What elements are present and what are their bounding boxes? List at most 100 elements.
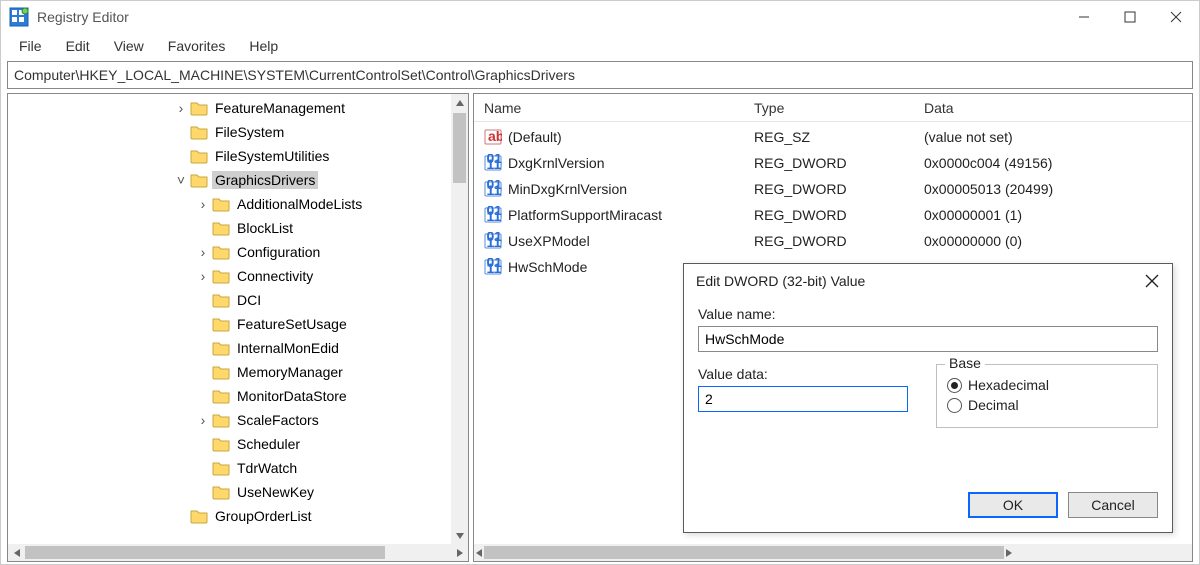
tree-node[interactable]: BlockList [8,216,468,240]
dword-value-icon: 011110 [484,258,502,276]
menu-edit[interactable]: Edit [54,34,102,58]
value-name-input[interactable]: HwSchMode [698,326,1158,352]
tree-node[interactable]: ˅ GraphicsDrivers [8,168,468,192]
tree-node[interactable]: DCI [8,288,468,312]
chevron-right-icon[interactable]: › [196,268,210,284]
tree-node-label: Connectivity [234,267,316,285]
registry-tree[interactable]: ›FeatureManagementFileSystemFileSystemUt… [8,94,468,530]
scroll-thumb[interactable] [25,546,385,559]
scroll-up-icon[interactable] [451,94,468,111]
scroll-thumb[interactable] [484,546,1004,559]
folder-icon [212,436,230,452]
tree-node-label: MemoryManager [234,363,346,381]
value-type: REG_DWORD [744,155,914,171]
column-data[interactable]: Data [914,96,1192,120]
folder-icon [212,340,230,356]
folder-icon [212,268,230,284]
tree-node[interactable]: Scheduler [8,432,468,456]
list-row[interactable]: 011110DxgKrnlVersionREG_DWORD0x0000c004 … [474,150,1192,176]
radio-hex-label: Hexadecimal [968,377,1049,393]
value-name: DxgKrnlVersion [508,155,605,171]
value-type: REG_DWORD [744,181,914,197]
value-data-input[interactable] [698,386,908,412]
tree-node[interactable]: FileSystemUtilities [8,144,468,168]
chevron-right-icon[interactable]: › [196,412,210,428]
tree-panel: ›FeatureManagementFileSystemFileSystemUt… [7,93,469,562]
tree-node[interactable]: FeatureSetUsage [8,312,468,336]
menu-favorites[interactable]: Favorites [156,34,238,58]
tree-node[interactable]: UseNewKey [8,480,468,504]
cancel-button[interactable]: Cancel [1068,492,1158,518]
tree-node[interactable]: TdrWatch [8,456,468,480]
minimize-button[interactable] [1061,1,1107,33]
menu-help[interactable]: Help [237,34,290,58]
chevron-down-icon[interactable]: ˅ [174,172,188,188]
value-name-label: Value name: [698,306,1158,322]
radio-icon [947,398,962,413]
tree-node[interactable]: ›ScaleFactors [8,408,468,432]
scroll-right-icon[interactable] [1004,548,1014,558]
menu-view[interactable]: View [102,34,156,58]
list-row[interactable]: 011110UseXPModelREG_DWORD0x00000000 (0) [474,228,1192,254]
folder-icon [190,124,208,140]
folder-icon [212,244,230,260]
maximize-button[interactable] [1107,1,1153,33]
chevron-right-icon[interactable]: › [174,100,188,116]
scroll-thumb[interactable] [453,113,466,183]
tree-node[interactable]: ›FeatureManagement [8,96,468,120]
tree-node[interactable]: › Connectivity [8,264,468,288]
folder-icon [212,292,230,308]
ok-button[interactable]: OK [968,492,1058,518]
list-horizontal-scrollbar[interactable] [474,544,1192,561]
scroll-left-icon[interactable] [8,548,25,558]
list-row[interactable]: ab(Default)REG_SZ(value not set) [474,124,1192,150]
folder-icon [190,100,208,116]
tree-node-label: DCI [234,291,264,309]
tree-node[interactable]: GroupOrderList [8,504,468,528]
value-data: 0x00000000 (0) [914,233,1192,249]
tree-node[interactable]: ›Configuration [8,240,468,264]
tree-node[interactable]: InternalMonEdid [8,336,468,360]
folder-icon [212,460,230,476]
close-button[interactable] [1153,1,1199,33]
tree-node-label: MonitorDataStore [234,387,350,405]
scroll-left-icon[interactable] [474,548,484,558]
menu-file[interactable]: File [7,34,54,58]
folder-icon [212,364,230,380]
column-name[interactable]: Name [474,96,744,120]
chevron-right-icon[interactable]: › [196,244,210,260]
edit-dword-dialog: Edit DWORD (32-bit) Value Value name: Hw… [683,263,1173,533]
chevron-right-icon[interactable]: › [196,196,210,212]
svg-text:110: 110 [487,182,503,198]
folder-icon [190,172,208,188]
tree-horizontal-scrollbar[interactable] [8,544,468,561]
tree-node-label: BlockList [234,219,296,237]
tree-node[interactable]: ›AdditionalModeLists [8,192,468,216]
radio-icon [947,378,962,393]
list-row[interactable]: 011110MinDxgKrnlVersionREG_DWORD0x000050… [474,176,1192,202]
scroll-down-icon[interactable] [451,527,468,544]
radio-decimal[interactable]: Decimal [947,397,1147,413]
scroll-right-icon[interactable] [451,548,468,558]
address-bar[interactable]: Computer\HKEY_LOCAL_MACHINE\SYSTEM\Curre… [7,61,1193,89]
svg-text:110: 110 [487,234,503,250]
tree-vertical-scrollbar[interactable] [451,94,468,544]
value-type: REG_DWORD [744,233,914,249]
tree-node[interactable]: MonitorDataStore [8,384,468,408]
tree-node[interactable]: MemoryManager [8,360,468,384]
radio-hexadecimal[interactable]: Hexadecimal [947,377,1147,393]
list-row[interactable]: 011110PlatformSupportMiracastREG_DWORD0x… [474,202,1192,228]
tree-node-label: GraphicsDrivers [212,171,318,189]
value-name: MinDxgKrnlVersion [508,181,627,197]
tree-node[interactable]: FileSystem [8,120,468,144]
svg-text:110: 110 [487,208,503,224]
regedit-icon [9,7,29,27]
value-type: REG_DWORD [744,207,914,223]
dword-value-icon: 011110 [484,180,502,198]
folder-icon [212,316,230,332]
tree-node-label: Scheduler [234,435,303,453]
value-name: (Default) [508,129,562,145]
value-data: 0x0000c004 (49156) [914,155,1192,171]
dialog-close-button[interactable] [1132,264,1172,298]
column-type[interactable]: Type [744,96,914,120]
